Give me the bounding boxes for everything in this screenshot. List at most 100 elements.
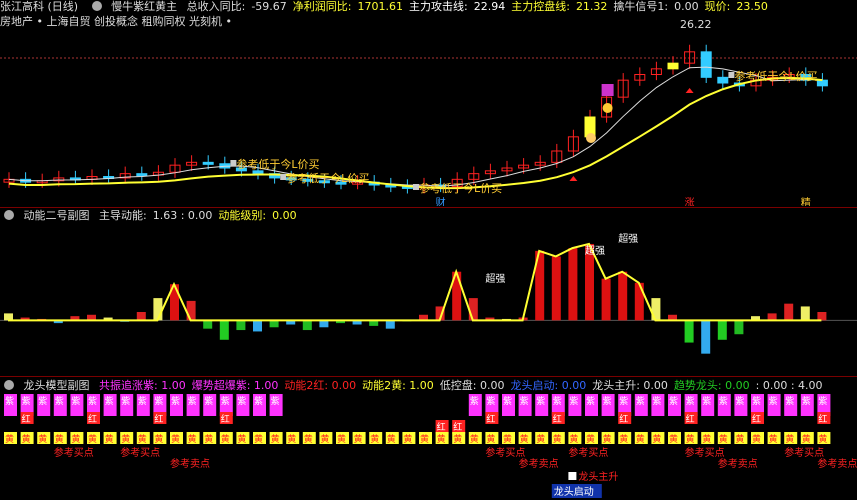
- purple-char: 紫: [818, 396, 827, 407]
- momentum-level-line: [8, 242, 822, 322]
- buy-annotation: 参考低于今L价买: [734, 69, 817, 83]
- momentum-chart[interactable]: 超强超强超强: [0, 222, 857, 372]
- candle-body: [252, 170, 264, 175]
- yellow-char: 黄: [802, 433, 811, 445]
- purple-char: 紫: [569, 396, 578, 407]
- dragon-model-chart[interactable]: 紫黄紫红黄紫黄紫黄紫黄紫红黄紫黄紫黄紫黄紫红黄紫黄紫黄紫黄紫红黄紫黄紫黄紫黄黄黄…: [0, 392, 857, 500]
- candle-body: [717, 76, 729, 84]
- stock-name[interactable]: 张江高科 (日线): [0, 0, 78, 13]
- yellow-char: 黄: [453, 433, 462, 445]
- red-char: 红: [437, 421, 446, 433]
- sell-point-label: 参考卖点: [519, 457, 559, 470]
- indicator-label: 动能级别:: [218, 209, 267, 222]
- momentum-bar: [800, 306, 810, 321]
- purple-char: 紫: [188, 396, 197, 407]
- yellow-char: 黄: [403, 433, 412, 445]
- yellow-char: 黄: [38, 433, 47, 445]
- indicator-value: 0.00: [674, 0, 699, 13]
- gear-icon[interactable]: [91, 1, 102, 11]
- buy-point-label: 参考买点: [568, 446, 608, 459]
- red-char: 红: [22, 413, 31, 425]
- indicator-label: 主力攻击线:: [409, 0, 468, 13]
- marker-label: 精: [801, 196, 811, 206]
- yellow-char: 黄: [603, 433, 612, 445]
- dragon-title[interactable]: 龙头模型副图: [24, 379, 90, 392]
- panel-divider: [0, 376, 857, 377]
- yellow-char: 黄: [121, 433, 130, 445]
- money-bag-icon: [602, 103, 613, 113]
- momentum-bar: [253, 320, 262, 332]
- indicator-item: 低控盘: 0.00: [439, 379, 505, 392]
- red-char: 红: [619, 413, 628, 425]
- purple-char: 紫: [536, 396, 545, 407]
- purple-char: 紫: [636, 396, 645, 407]
- buy-point-label: 参考买点: [685, 446, 725, 459]
- purple-char: 紫: [271, 396, 280, 407]
- yellow-char: 黄: [221, 433, 230, 445]
- candle-body: [136, 173, 148, 177]
- yellow-char: 黄: [287, 433, 296, 445]
- yellow-char: 黄: [105, 433, 114, 445]
- purple-char: 紫: [586, 396, 595, 407]
- yellow-char: 黄: [818, 433, 827, 445]
- marker-label: 财: [436, 196, 446, 206]
- price-chart[interactable]: 26.22参考低于今L价买参考低于今L价买参考低于今L价买参考低于今L价买财涨精: [0, 16, 857, 206]
- purple-char: 紫: [121, 396, 130, 407]
- momentum-bar: [701, 320, 711, 354]
- momentum-bar: [219, 320, 229, 340]
- candle-body: [816, 79, 828, 87]
- candle-body: [700, 51, 712, 78]
- marker-label: 涨: [685, 197, 695, 206]
- candle-body: [202, 161, 214, 165]
- purple-char: 紫: [769, 396, 778, 407]
- red-char: 红: [686, 413, 695, 425]
- momentum-title[interactable]: 动能二号副图: [24, 209, 90, 222]
- panel-divider: [0, 207, 857, 208]
- yellow-char: 黄: [188, 433, 197, 445]
- yellow-char: 黄: [619, 433, 628, 445]
- gear-icon[interactable]: [4, 210, 14, 220]
- purple-char: 紫: [652, 396, 661, 407]
- momentum-bar: [269, 320, 279, 328]
- purple-char: 紫: [88, 396, 97, 407]
- red-char: 红: [486, 413, 495, 425]
- yellow-char: 黄: [470, 433, 479, 445]
- indicator-label: 主导动能:: [99, 209, 147, 222]
- buy-annotation: 参考低于今L价买: [236, 157, 319, 171]
- yellow-char: 黄: [22, 433, 31, 445]
- momentum-bar: [767, 313, 777, 321]
- momentum-bar: [684, 320, 694, 343]
- red-char: 红: [221, 413, 230, 425]
- dragon-up-label: 龙头主升: [578, 470, 618, 483]
- money-bag-icon: [586, 133, 596, 143]
- purple-char: 紫: [55, 396, 64, 407]
- purple-char: 紫: [686, 396, 695, 407]
- momentum-bar: [203, 320, 213, 329]
- yellow-char: 黄: [55, 433, 64, 445]
- gear-icon[interactable]: [4, 380, 14, 390]
- indicator-item: 龙头启动: 0.00: [510, 379, 587, 392]
- indicator-value: -59.67: [251, 0, 287, 13]
- indicator-label: 净利润同比:: [292, 0, 352, 13]
- up-arrow-icon: [569, 176, 578, 181]
- control-line: [8, 76, 823, 190]
- sell-point-label: 参考卖点: [817, 457, 857, 470]
- indicator-value: 1701.61: [357, 0, 404, 13]
- indicator-name[interactable]: 慢牛紫红黄主: [111, 0, 177, 13]
- yellow-char: 黄: [387, 433, 396, 445]
- momentum-bar: [468, 298, 478, 321]
- yellow-char: 黄: [752, 433, 761, 445]
- momentum-label: 超强: [618, 232, 638, 245]
- yellow-char: 黄: [503, 433, 512, 445]
- yellow-char: 黄: [735, 433, 744, 445]
- yellow-char: 黄: [652, 433, 661, 445]
- yellow-char: 黄: [553, 433, 562, 445]
- yellow-char: 黄: [5, 433, 14, 445]
- yellow-char: 黄: [719, 433, 728, 445]
- yellow-char: 黄: [71, 433, 80, 445]
- red-char: 红: [88, 413, 97, 425]
- yellow-char: 黄: [337, 433, 346, 445]
- purple-char: 紫: [71, 396, 80, 407]
- price-high-label: 26.22: [680, 18, 712, 31]
- purple-char: 紫: [619, 396, 628, 407]
